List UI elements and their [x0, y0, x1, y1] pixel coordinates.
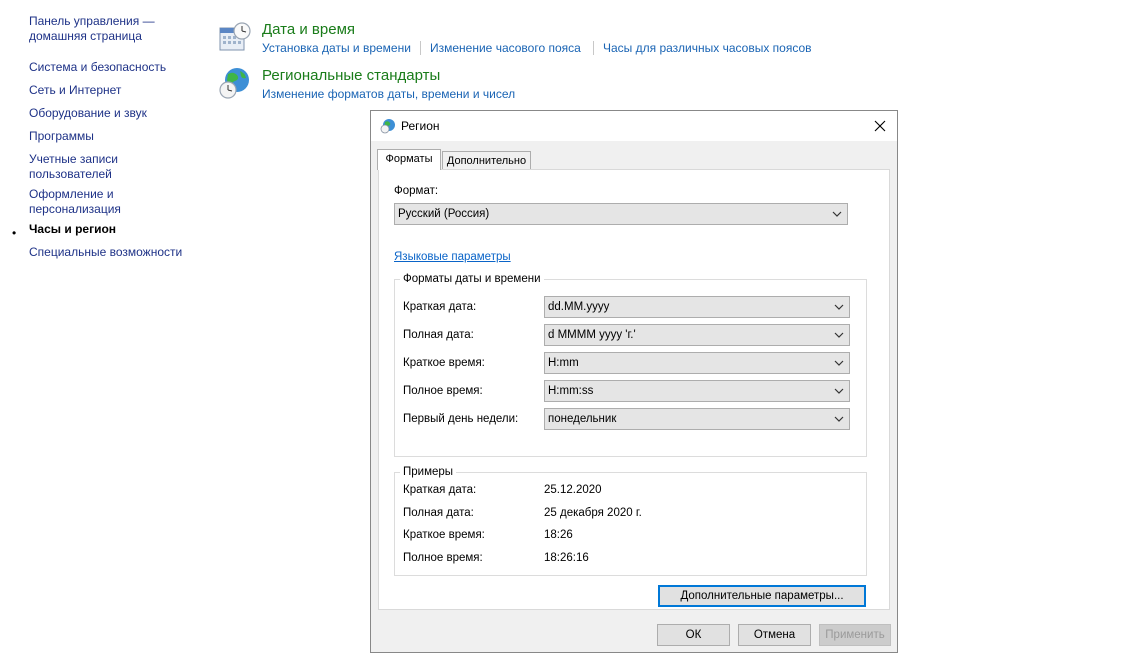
close-button[interactable]: [863, 111, 897, 141]
short-time-value: H:mm: [548, 357, 579, 369]
tab-additional[interactable]: Дополнительно: [442, 151, 531, 170]
long-time-select[interactable]: H:mm:ss: [544, 380, 850, 402]
sidebar-item-hardware-sound[interactable]: Оборудование и звук: [29, 106, 147, 121]
sidebar-item-accessibility[interactable]: Специальные возможности: [29, 245, 182, 260]
example-short-date-label: Краткая дата:: [403, 484, 477, 496]
example-short-time-value: 18:26: [544, 529, 573, 541]
examples-group-legend: Примеры: [400, 465, 457, 479]
tab-formats[interactable]: Форматы: [377, 149, 441, 170]
calendar-clock-icon: [219, 22, 251, 51]
chevron-down-icon: [834, 360, 844, 366]
first-day-select[interactable]: понедельник: [544, 408, 850, 430]
sidebar-item-label: Учетные записи: [29, 152, 118, 166]
short-date-label: Краткая дата:: [403, 301, 477, 313]
sidebar-item-label: Оформление и: [29, 187, 114, 201]
chevron-down-icon: [834, 388, 844, 394]
active-bullet-icon: •: [12, 226, 17, 240]
sidebar-item-system-security[interactable]: Система и безопасность: [29, 60, 166, 75]
sidebar-item-label: персонализация: [29, 202, 121, 216]
language-settings-link[interactable]: Языковые параметры: [394, 251, 511, 263]
close-icon: [874, 120, 886, 132]
link-set-date-time[interactable]: Установка даты и времени: [262, 41, 411, 56]
dialog-titlebar[interactable]: Регион: [371, 111, 897, 141]
formats-panel: Формат: Русский (Россия) Языковые параме…: [378, 169, 890, 610]
link-separator: [420, 41, 421, 55]
category-title-date-time[interactable]: Дата и время: [262, 21, 355, 39]
sidebar-home-line1: Панель управления —: [29, 14, 155, 28]
additional-settings-button[interactable]: Дополнительные параметры...: [658, 585, 866, 607]
short-time-label: Краткое время:: [403, 357, 485, 369]
example-short-time-label: Краткое время:: [403, 529, 485, 541]
link-change-formats[interactable]: Изменение форматов даты, времени и чисел: [262, 87, 515, 102]
cancel-button[interactable]: Отмена: [738, 624, 811, 646]
sidebar-item-user-accounts[interactable]: Учетные записи пользователей: [29, 152, 118, 182]
sidebar-item-clock-region[interactable]: Часы и регион: [29, 222, 116, 237]
ok-button[interactable]: ОК: [657, 624, 730, 646]
region-dialog: Регион Форматы Дополнительно Формат: Рус…: [370, 110, 898, 653]
chevron-down-icon: [834, 332, 844, 338]
format-label: Формат:: [394, 185, 439, 197]
example-long-time-label: Полное время:: [403, 552, 483, 564]
sidebar-home-line2: домашняя страница: [29, 29, 142, 43]
example-long-date-label: Полная дата:: [403, 507, 474, 519]
apply-button[interactable]: Применить: [819, 624, 891, 646]
globe-icon: [380, 119, 395, 134]
chevron-down-icon: [834, 416, 844, 422]
first-day-value: понедельник: [548, 413, 617, 425]
category-title-regional[interactable]: Региональные стандарты: [262, 67, 440, 85]
link-change-timezone[interactable]: Изменение часового пояса: [430, 41, 581, 56]
example-long-time-value: 18:26:16: [544, 552, 589, 564]
date-time-group-legend: Форматы даты и времени: [400, 272, 544, 286]
examples-group: Примеры Краткая дата: 25.12.2020 Полная …: [394, 465, 867, 576]
short-time-select[interactable]: H:mm: [544, 352, 850, 374]
format-select-value: Русский (Россия): [398, 208, 490, 220]
link-multiple-clocks[interactable]: Часы для различных часовых поясов: [603, 41, 812, 56]
long-date-value: d MMMM yyyy 'г.': [548, 329, 636, 341]
chevron-down-icon: [832, 211, 842, 217]
short-date-select[interactable]: dd.MM.yyyy: [544, 296, 850, 318]
example-long-date-value: 25 декабря 2020 г.: [544, 507, 642, 519]
dialog-title: Регион: [401, 119, 440, 133]
sidebar-item-programs[interactable]: Программы: [29, 129, 94, 144]
first-day-label: Первый день недели:: [403, 413, 519, 425]
link-separator: [593, 41, 594, 55]
long-time-value: H:mm:ss: [548, 385, 594, 397]
example-short-date-value: 25.12.2020: [544, 484, 602, 496]
sidebar-item-network[interactable]: Сеть и Интернет: [29, 83, 121, 98]
long-time-label: Полное время:: [403, 385, 483, 397]
date-time-formats-group: Форматы даты и времени Краткая дата: dd.…: [394, 272, 867, 457]
globe-clock-icon: [219, 68, 249, 99]
sidebar-item-appearance[interactable]: Оформление и персонализация: [29, 187, 121, 217]
long-date-label: Полная дата:: [403, 329, 474, 341]
format-select[interactable]: Русский (Россия): [394, 203, 848, 225]
chevron-down-icon: [834, 304, 844, 310]
sidebar-home-link[interactable]: Панель управления — домашняя страница: [29, 14, 155, 44]
long-date-select[interactable]: d MMMM yyyy 'г.': [544, 324, 850, 346]
short-date-value: dd.MM.yyyy: [548, 301, 610, 313]
sidebar-item-label: пользователей: [29, 167, 112, 181]
